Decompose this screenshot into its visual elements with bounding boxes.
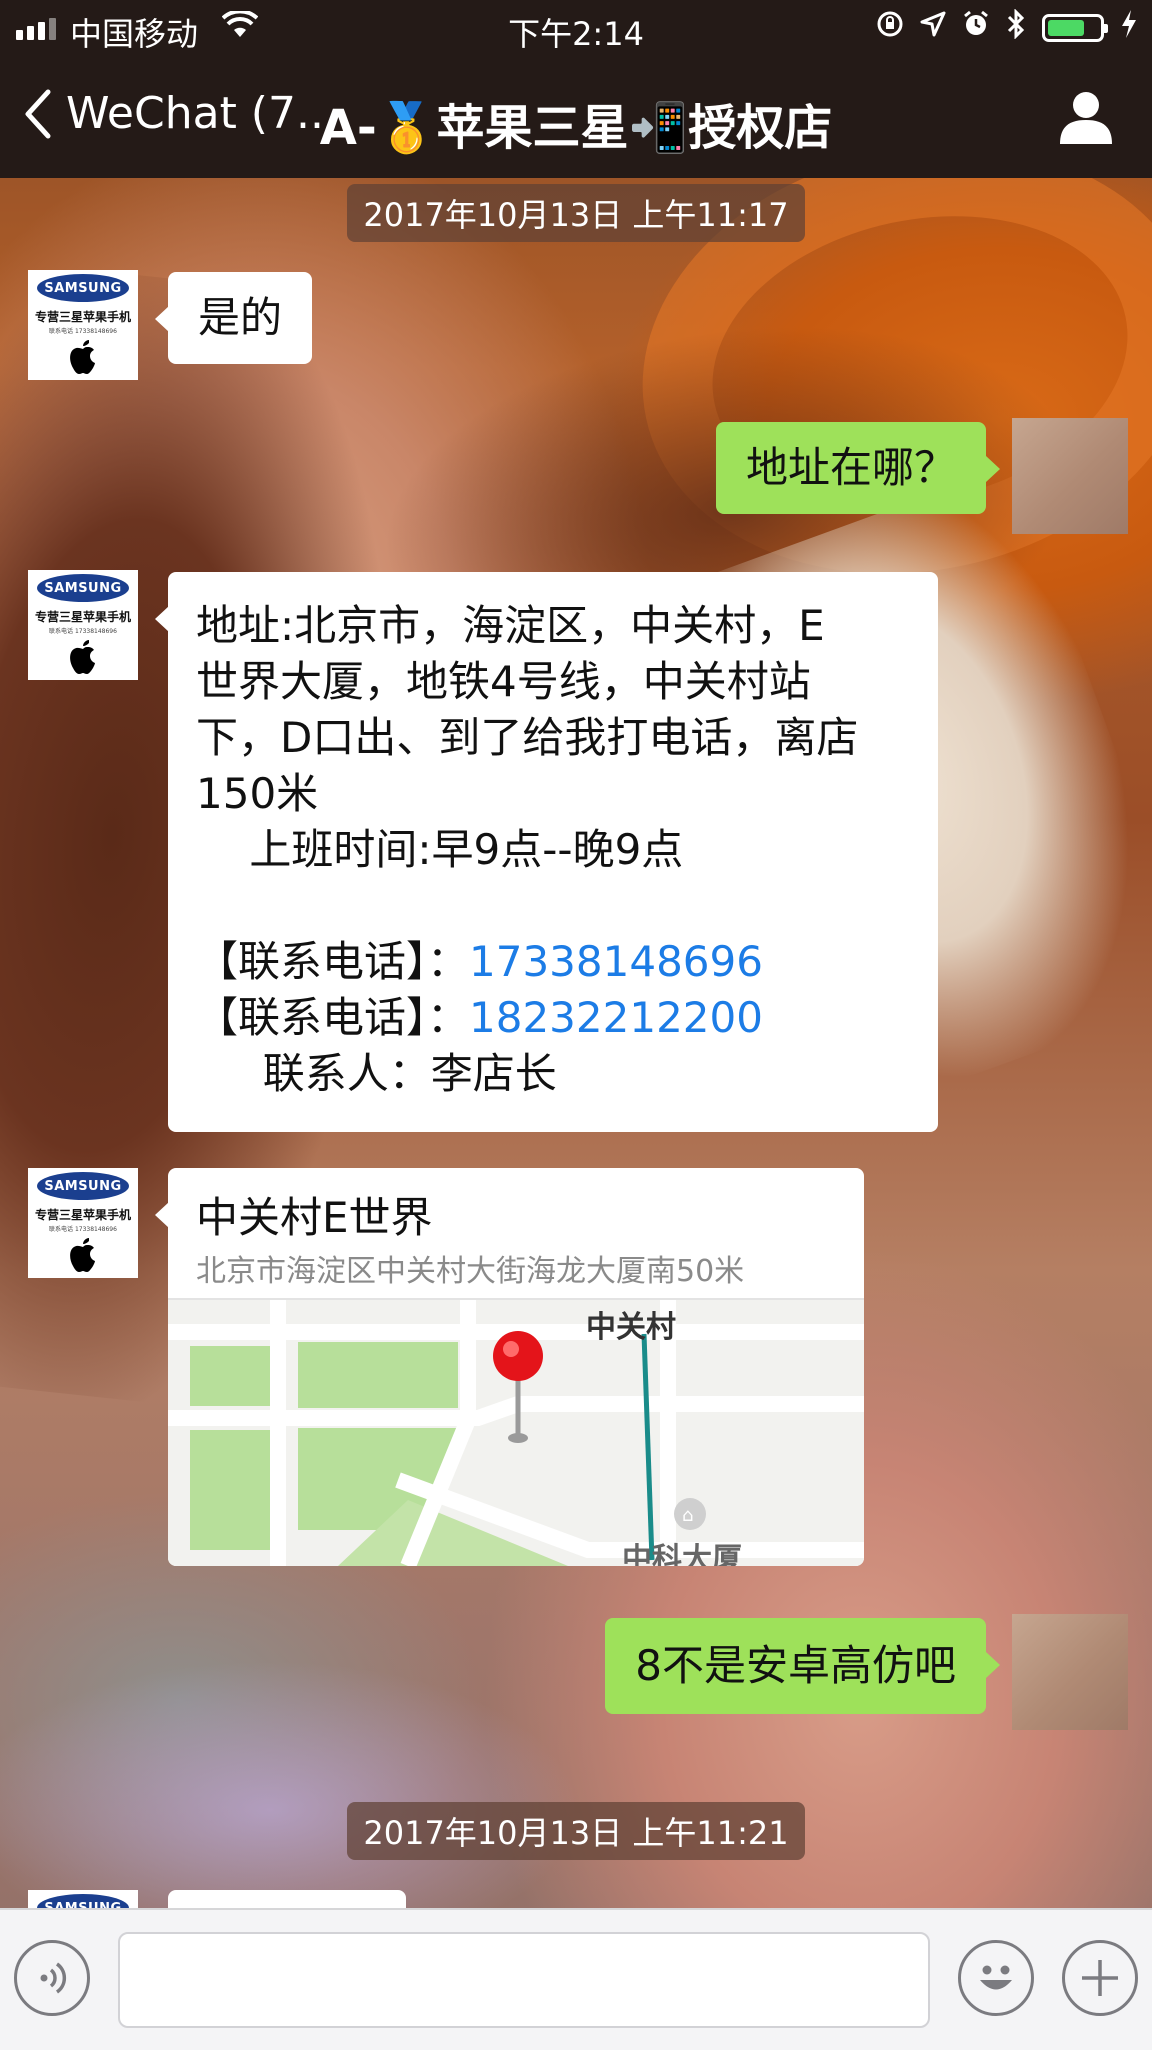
- message-line: 下，D口出、到了给我打电话，离店: [196, 713, 859, 762]
- message-text: 是的: [198, 293, 283, 342]
- location-message-bubble[interactable]: 中关村E世界 北京市海淀区中关村大街海龙大厦南50米 ⌂ 中关村 中科大厦: [155, 1168, 864, 1566]
- message-line: 150米: [196, 769, 319, 818]
- location-title: 中关村E世界: [196, 1193, 433, 1242]
- phone-label: 【联系电话】：: [196, 993, 470, 1042]
- chat-title: A-🥇苹果三星📲授权店: [319, 100, 833, 156]
- map-label: 中关村: [586, 1310, 676, 1345]
- message-line: [196, 878, 910, 934]
- message-bubble[interactable]: 是的: [154, 272, 313, 364]
- plus-icon[interactable]: [1062, 1940, 1138, 2016]
- alarm-icon: [962, 10, 990, 45]
- phone-link[interactable]: 18232212200: [469, 993, 763, 1042]
- battery-icon: [1042, 13, 1108, 42]
- phone-link[interactable]: 17338148696: [469, 937, 763, 986]
- samsung-logo: SAMSUNG: [37, 274, 129, 302]
- charging-bolt-icon: [1120, 9, 1138, 46]
- message-bubble[interactable]: 8不是安卓高仿吧: [605, 1618, 1000, 1714]
- contact-avatar[interactable]: SAMSUNG 专营三星苹果手机 联系电话 17338148696: [28, 270, 138, 380]
- avatar-caption: 专营三星苹果手机: [34, 310, 131, 324]
- svg-text:⌂: ⌂: [682, 1505, 693, 1526]
- address-message-bubble[interactable]: 地址:北京市，海淀区，中关村，E 世界大厦，地铁4号线，中关村站 下，D口出、到…: [155, 572, 938, 1132]
- apple-logo-icon: [70, 340, 95, 374]
- contact-person-line: 联系人：李店长: [196, 1049, 557, 1098]
- status-bar: 中国移动 下午2:14: [0, 0, 1152, 58]
- timestamp: 2017年10月13日 上午11:21: [347, 1802, 805, 1860]
- apple-logo-icon: [70, 640, 95, 674]
- message-list[interactable]: 2017年10月13日 上午11:17 SAMSUNG 专营三星苹果手机 联系电…: [0, 178, 1152, 1908]
- avatar-caption: 专营三星苹果手机: [34, 610, 131, 624]
- location-map[interactable]: ⌂ 中关村 中科大厦: [168, 1298, 864, 1566]
- location-arrow-icon: [920, 11, 946, 44]
- phone-line: 【联系电话】：18232212200: [196, 990, 910, 1046]
- apple-logo-icon: [70, 1238, 95, 1272]
- map-label: 中科大厦: [622, 1542, 742, 1566]
- samsung-logo: SAMSUNG: [37, 1172, 129, 1200]
- message-line: 上班时间:早9点--晚9点: [196, 825, 684, 874]
- message-input[interactable]: [118, 1932, 930, 2028]
- nav-bar: WeChat (7... A-🥇苹果三星📲授权店: [0, 58, 1152, 178]
- samsung-logo: SAMSUNG: [37, 574, 129, 602]
- contact-avatar[interactable]: SAMSUNG 专营三星苹果手机 联系电话 17338148696: [28, 1168, 138, 1278]
- avatar-small-text: 联系电话 17338148696: [49, 328, 117, 335]
- avatar-small-text: 联系电话 17338148696: [49, 1226, 117, 1233]
- message-text: 地址在哪？: [745, 443, 956, 492]
- top-bar: 中国移动 下午2:14 WeChat (7... A-🥇苹果三星📲授权店: [0, 0, 1152, 178]
- orientation-lock-icon: [876, 10, 904, 45]
- input-bar: [0, 1908, 1152, 2050]
- bluetooth-icon: [1006, 8, 1026, 46]
- message-bubble[interactable]: [168, 1890, 406, 1908]
- contact-avatar[interactable]: SAMSUNG: [28, 1890, 138, 1908]
- location-address: 北京市海淀区中关村大街海龙大厦南50米: [196, 1254, 745, 1289]
- emoji-icon[interactable]: [958, 1940, 1034, 2016]
- my-avatar[interactable]: [1012, 1614, 1128, 1730]
- message-line: 地址:北京市，海淀区，中关村，E: [196, 601, 825, 650]
- samsung-logo: SAMSUNG: [37, 1894, 129, 1908]
- avatar-caption: 专营三星苹果手机: [34, 1208, 131, 1222]
- message-line: 世界大厦，地铁4号线，中关村站: [196, 657, 811, 706]
- voice-icon[interactable]: [14, 1940, 90, 2016]
- my-avatar[interactable]: [1012, 418, 1128, 534]
- phone-line: 【联系电话】：17338148696: [196, 934, 910, 990]
- person-icon[interactable]: [1058, 90, 1114, 148]
- message-text: 8不是安卓高仿吧: [635, 1641, 956, 1690]
- timestamp: 2017年10月13日 上午11:17: [347, 184, 805, 242]
- message-bubble[interactable]: 地址在哪？: [715, 422, 1001, 514]
- avatar-small-text: 联系电话 17338148696: [49, 628, 117, 635]
- phone-label: 【联系电话】：: [196, 937, 470, 986]
- contact-avatar[interactable]: SAMSUNG 专营三星苹果手机 联系电话 17338148696: [28, 570, 138, 680]
